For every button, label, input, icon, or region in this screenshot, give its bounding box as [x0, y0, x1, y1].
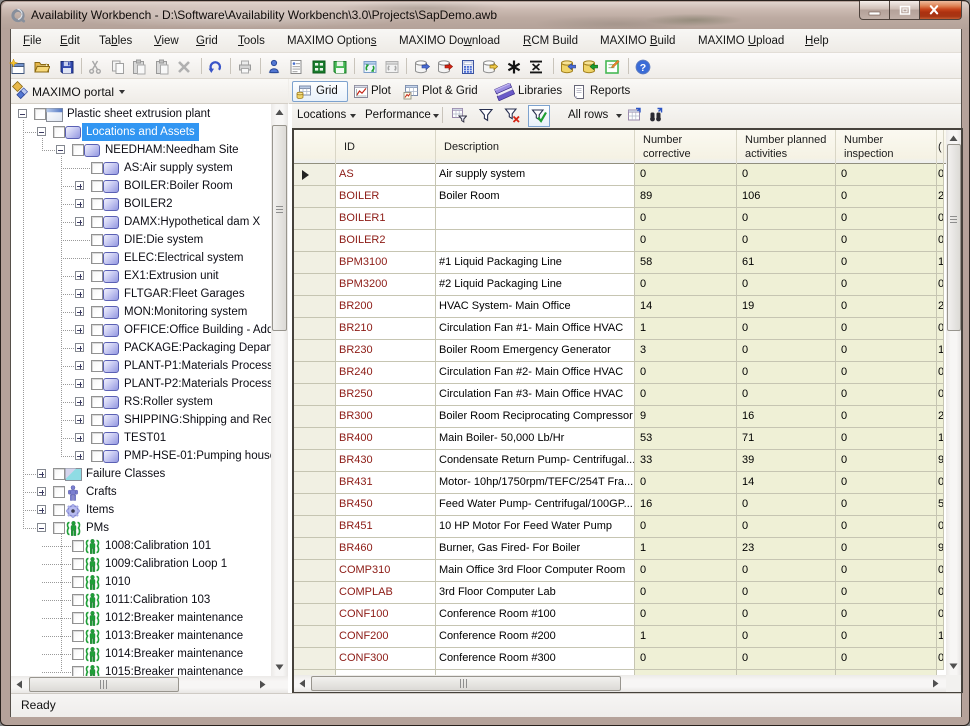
svg-text:?: ?: [640, 62, 646, 74]
